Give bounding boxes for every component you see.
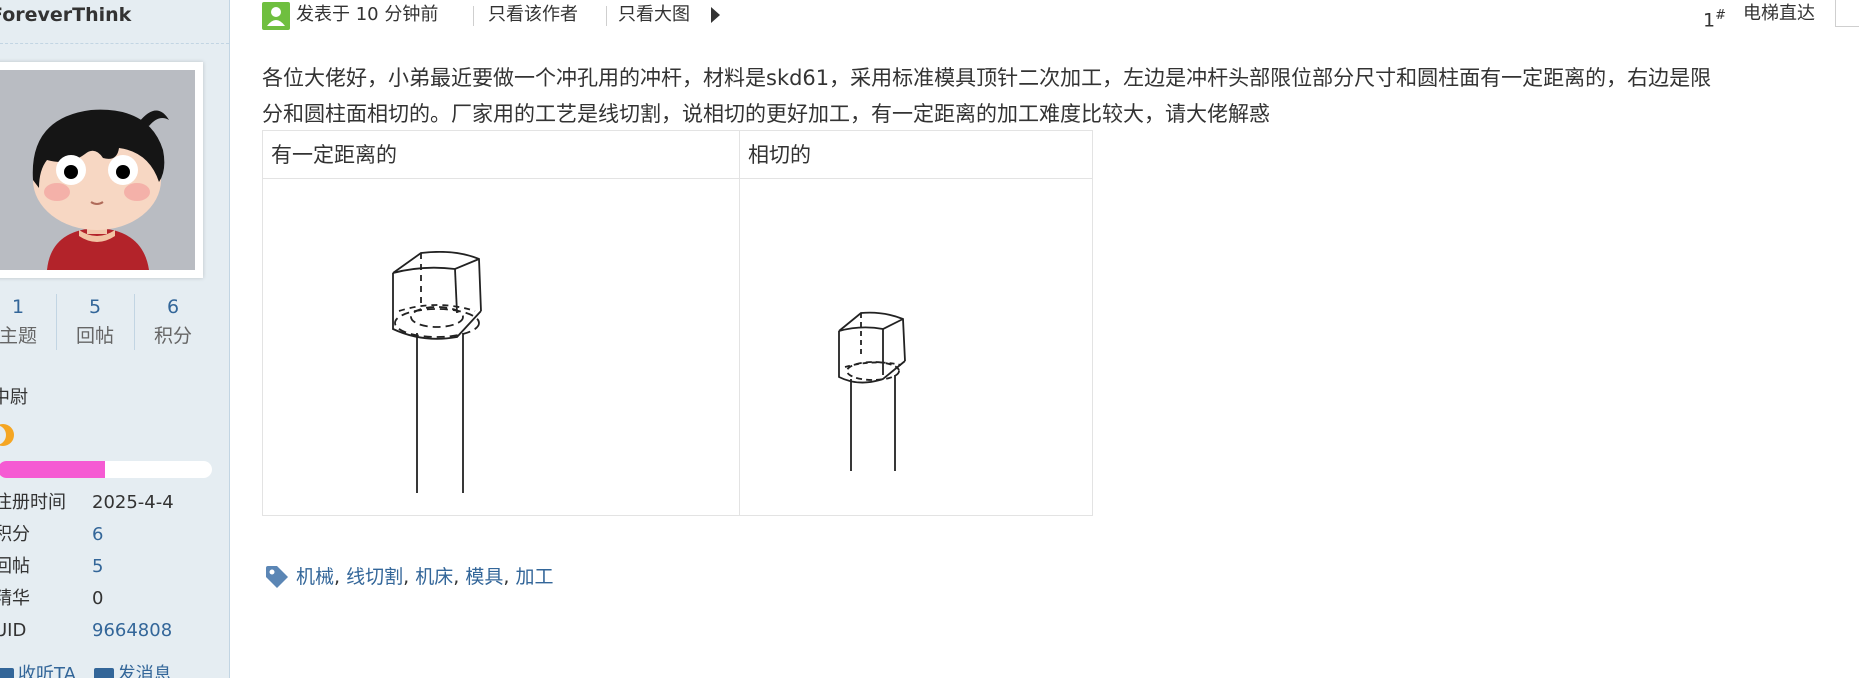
punch-tangent-drawing[interactable] [835,307,925,477]
floor-number[interactable]: 1# [1703,4,1726,32]
stat-points-label: 积分 [153,325,192,347]
info-key: 回帖 [0,556,30,577]
floor-number-value: 1 [1703,9,1716,32]
elevator-label: 电梯直达 [1743,3,1815,24]
tag-separator: , [403,566,416,588]
info-key: 精华 [0,588,30,609]
only-big-image-link[interactable]: 只看大图 [618,3,690,27]
image-table: 有一定距离的 相切的 [262,130,1093,516]
mail-icon [93,668,114,678]
follow-button[interactable]: 收听TA [0,660,76,678]
level-progress-bar [0,461,212,478]
post-text-line: 各位大佬好，小弟最近要做一个冲孔用的冲杆，材料是skd61，采用标准模具顶针二次… [262,66,1712,90]
author-stats: 1 主题 5 回帖 6 积分 [0,292,210,354]
stat-points-value: 6 [166,296,180,318]
only-author-link[interactable]: 只看该作者 [488,3,578,27]
stat-threads-value: 1 [11,296,25,318]
author-username[interactable]: ForeverThink [0,4,131,26]
info-value[interactable]: 5 [92,553,103,581]
play-icon[interactable] [711,7,720,23]
send-message-label: 发消息 [117,664,172,678]
tag-separator: , [334,566,347,588]
tag-link[interactable]: 机械 [296,566,334,588]
column-divider [739,131,740,516]
stat-points[interactable]: 6 积分 [135,292,211,354]
table-header: 相切的 [740,131,1093,179]
info-value[interactable]: 9664808 [92,617,172,645]
table-header: 有一定距离的 [263,131,739,179]
avatar[interactable] [0,62,203,278]
post-header: 发表于 10 分钟前 只看该作者 只看大图 1# 电梯直达 [262,0,1859,32]
tag-icon [266,566,288,588]
post-time: 发表于 10 分钟前 [296,4,439,25]
tag-link[interactable]: 线切割 [346,566,403,588]
broadcast-icon [0,668,14,678]
online-user-icon [262,2,290,30]
follow-label: 收听TA [18,664,76,678]
tag-link[interactable]: 机床 [415,566,453,588]
level-progress-fill [0,461,105,478]
stat-replies[interactable]: 5 回帖 [57,292,133,354]
author-sidebar: ForeverThink 1 主题 5 回帖 6 积分 尉 注册时间 2025-… [0,0,230,678]
elevator-input[interactable] [1835,0,1859,27]
moon-icon [0,424,14,446]
tag-separator: , [453,566,466,588]
post-text-line: 分和圆柱面相切的。厂家用的工艺是线切割，说相切的更好加工，有一定距离的加工难度比… [262,102,1270,126]
divider [473,6,474,26]
tag-separator: , [503,566,516,588]
info-key: 积分 [0,524,30,545]
stat-threads-label: 主题 [0,325,37,347]
info-key: UID [0,620,27,641]
stat-threads[interactable]: 1 主题 [0,292,56,354]
info-value: 2025-4-4 [92,492,174,513]
stat-replies-value: 5 [88,296,102,318]
divider [606,6,607,26]
send-message-button[interactable]: 发消息 [93,660,172,678]
info-value: 0 [92,588,104,609]
floor-mark: # [1715,8,1726,23]
cartoon-avatar-icon [0,70,195,270]
tag-link[interactable]: 加工 [515,566,553,588]
tag-list: 机械, 线切割, 机床, 模具, 加工 [296,564,553,590]
divider [0,43,229,44]
stat-replies-label: 回帖 [75,325,114,347]
sidebar-actions: 收听TA 发消息 [0,660,184,678]
info-value[interactable]: 6 [92,521,103,549]
post-content: 各位大佬好，小弟最近要做一个冲孔用的冲杆，材料是skd61，采用标准模具顶针二次… [262,60,1859,132]
punch-with-offset-drawing[interactable] [383,251,513,511]
tag-link[interactable]: 模具 [465,566,503,588]
info-key: 注册时间 [0,492,66,513]
user-rank[interactable]: 中尉 [0,383,28,409]
